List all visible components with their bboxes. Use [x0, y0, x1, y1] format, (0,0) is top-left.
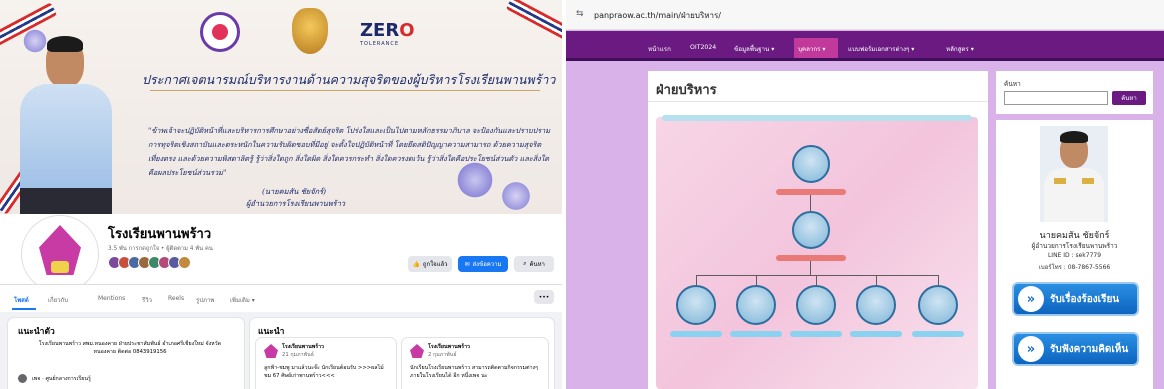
director-name: นายคมสัน ชัยจักร์ — [1039, 231, 1110, 241]
tab-reels[interactable]: Reels — [168, 295, 184, 302]
search-page-button[interactable]: ⌕ ค้นหา — [514, 256, 554, 272]
org-staff-photo — [796, 285, 836, 325]
director-portrait-shirt — [20, 84, 112, 196]
thumbs-up-icon: 👍 — [412, 260, 420, 268]
director-photo — [1040, 126, 1108, 222]
director-phone: เบอร์โทร : 08-7867-5566 — [1038, 264, 1111, 271]
url-text[interactable]: panpraow.ac.th/main/ฝ่ายบริหาร/ — [594, 9, 721, 22]
more-options-button[interactable]: ••• — [534, 290, 554, 304]
featured-card: แนะนำ โรงเรียนพานพร้าว 21 กุมภาพันธ์ ลูก… — [250, 318, 554, 389]
double-chevron-right-icon: » — [1018, 286, 1044, 312]
search-button[interactable]: ค้นหา — [1112, 91, 1146, 105]
org-staff-photo — [736, 285, 776, 325]
director-line-id: LINE ID : sek7779 — [1047, 252, 1102, 259]
send-message-button[interactable]: ✉ ส่งข้อความ — [458, 256, 508, 272]
search-input[interactable] — [1004, 91, 1108, 105]
intro-title: แนะนำตัว — [18, 327, 55, 337]
featured-title: แนะนำ — [258, 327, 285, 337]
director-role: ผู้อำนวยการโรงเรียนพานพร้าว — [1031, 242, 1118, 250]
active-tab-indicator — [12, 308, 36, 310]
browser-address-bar[interactable]: ⇆ panpraow.ac.th/main/ฝ่ายบริหาร/ — [566, 0, 1164, 30]
org-staff-label — [730, 331, 782, 337]
org-staff-photo — [918, 285, 958, 325]
tab-more[interactable]: เพิ่มเติม ▾ — [230, 295, 255, 305]
tab-reviews[interactable]: รีวิว — [142, 295, 152, 305]
obec-emblem-logo — [292, 8, 328, 54]
complaint-button[interactable]: » รับเรื่องร้องเรียน — [1012, 282, 1139, 316]
search-icon: ⌕ — [523, 260, 527, 267]
search-label: ค้นหา — [1004, 80, 1021, 88]
page-name: โรงเรียนพานพร้าว — [108, 227, 212, 242]
double-chevron-right-icon: » — [1018, 336, 1044, 362]
search-widget: ค้นหา ค้นหา — [996, 71, 1153, 114]
org-staff-label — [912, 331, 964, 337]
page-tabs — [0, 284, 562, 312]
org-staff-photo — [856, 285, 896, 325]
org-director-photo — [792, 145, 830, 183]
page-stats[interactable]: 3.5 พัน การกดถูกใจ • ผู้ติดตาม 4 พัน คน — [108, 243, 213, 253]
flower-decoration — [500, 180, 532, 212]
org-director-label — [776, 189, 846, 195]
screenshot-composite: ZERO TOLERANCE ประกาศเจตนารมณ์บริหารงานด… — [0, 0, 1164, 389]
liked-button[interactable]: 👍 ถูกใจแล้ว — [408, 256, 452, 272]
org-deputy-label — [776, 255, 846, 261]
nav-home[interactable]: หน้าแรก — [648, 44, 671, 54]
cover-quote: "ข้าพเจ้าจะปฏิบัติหน้าที่และบริหารการศึก… — [148, 126, 551, 177]
org-staff-label — [670, 331, 722, 337]
zero-tolerance-logo: ZERO TOLERANCE — [360, 20, 415, 47]
info-icon — [18, 374, 27, 383]
featured-post[interactable]: โรงเรียนพานพร้าว 2 กุมภาพันธ์ นักเรียนโร… — [402, 338, 548, 389]
cover-signature-role: ผู้อำนวยการโรงเรียนพานพร้าว — [246, 199, 346, 208]
thai-flag-decoration — [505, 0, 562, 42]
org-chart-image — [656, 115, 978, 389]
cover-signature: (นายคมสัน ชัยจักร์) — [262, 187, 327, 196]
main-content: ฝ่ายบริหาร — [648, 71, 988, 389]
tab-posts[interactable]: โพสต์ — [14, 295, 29, 305]
tab-photos[interactable]: รูปภาพ — [196, 295, 214, 305]
nav-personnel[interactable]: บุคลากร ▾ — [798, 44, 825, 54]
school-website: ⇆ panpraow.ac.th/main/ฝ่ายบริหาร/ หน้าแร… — [566, 0, 1164, 389]
nav-basic-info[interactable]: ข้อมูลพื้นฐาน ▾ — [734, 44, 774, 54]
nav-oit2024[interactable]: OIT2024 — [690, 44, 716, 51]
facebook-page: ZERO TOLERANCE ประกาศเจตนารมณ์บริหารงานด… — [0, 0, 562, 389]
site-settings-icon[interactable]: ⇆ — [576, 9, 584, 19]
tab-about[interactable]: เกี่ยวกับ — [48, 295, 68, 305]
page-title: ฝ่ายบริหาร — [656, 83, 717, 98]
nav-curriculum[interactable]: หลักสูตร ▾ — [946, 44, 974, 54]
director-portrait-trousers — [20, 188, 112, 214]
page-avatar-icon — [410, 344, 424, 358]
cover-photo: ZERO TOLERANCE ประกาศเจตนารมณ์บริหารงานด… — [0, 0, 562, 214]
page-profile-picture[interactable] — [22, 216, 98, 292]
follower-avatars[interactable] — [108, 256, 191, 269]
feedback-button[interactable]: » รับฟังความคิดเห็น — [1012, 332, 1139, 366]
messenger-icon: ✉ — [464, 260, 470, 268]
intro-category: เพจ · ศูนย์กลางการเรียนรู้ — [32, 376, 91, 382]
intro-card: แนะนำตัว โรงเรียนพานพร้าว สพม.หนองคาย ฝ่… — [8, 318, 244, 389]
org-deputy-photo — [792, 211, 830, 249]
director-portrait-hair — [47, 36, 83, 52]
org-staff-photo — [676, 285, 716, 325]
page-avatar-icon — [264, 344, 278, 358]
org-staff-label — [850, 331, 902, 337]
integrity-logo — [200, 12, 240, 52]
intro-text: โรงเรียนพานพร้าว สพม.หนองคาย ฝ่ายประชาสั… — [38, 341, 222, 355]
tab-mentions[interactable]: Mentions — [98, 295, 125, 302]
org-staff-label — [790, 331, 842, 337]
featured-post[interactable]: โรงเรียนพานพร้าว 21 กุมภาพันธ์ ลูกฟ้า-ชม… — [256, 338, 396, 389]
flower-decoration — [22, 28, 48, 54]
cover-headline: ประกาศเจตนารมณ์บริหารงานด้านความสุจริตขอ… — [142, 72, 556, 87]
nav-forms[interactable]: แบบฟอร์มเอกสารต่างๆ ▾ — [848, 44, 914, 54]
